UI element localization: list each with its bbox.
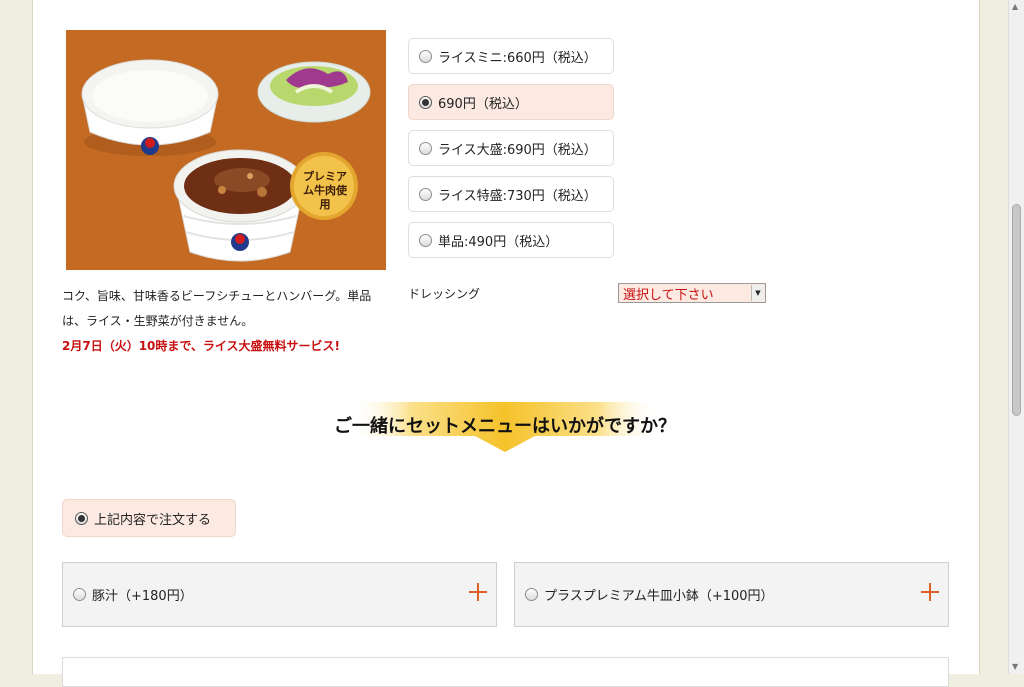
option-label: 単品:490円（税込）: [438, 234, 559, 250]
option-label: ライス大盛:690円（税込）: [438, 142, 597, 158]
order-as-is-label: 上記内容で注文する: [94, 512, 212, 528]
option-regular[interactable]: 690円（税込）: [408, 84, 614, 120]
vertical-scrollbar[interactable]: ▲ ▼: [1008, 0, 1024, 674]
radio-icon[interactable]: [419, 49, 432, 63]
scroll-down-icon[interactable]: ▼: [1012, 662, 1018, 672]
premium-badge-text: プレミアム牛肉使用: [303, 170, 347, 211]
radio-icon[interactable]: [419, 141, 432, 155]
scrollbar-thumb[interactable]: [1012, 204, 1021, 416]
radio-icon[interactable]: [73, 588, 86, 601]
product-description: コク、旨味、甘味香るビーフシチューとハンバーグ。単品は、ライス・生野菜が付きませ…: [62, 289, 372, 328]
dressing-select-value: 選択して下さい: [623, 287, 714, 303]
option-label: ライス特盛:730円（税込）: [438, 188, 597, 204]
radio-icon[interactable]: [525, 588, 538, 601]
option-label: ライスミニ:660円（税込）: [438, 50, 597, 66]
plus-icon[interactable]: [920, 582, 940, 602]
option-rice-large[interactable]: ライス大盛:690円（税込）: [408, 130, 614, 166]
set-item-label: プラスプレミアム牛皿小鉢（+100円）: [544, 589, 774, 604]
option-label: 690円（税込）: [438, 96, 528, 112]
plus-icon[interactable]: [468, 582, 488, 602]
dressing-label: ドレッシング: [408, 287, 481, 301]
option-single[interactable]: 単品:490円（税込）: [408, 222, 614, 258]
dropdown-arrow-icon[interactable]: ▼: [751, 285, 764, 301]
set-menu-heading: ご一緒にセットメニューはいかがですか？: [334, 416, 676, 437]
scroll-up-icon[interactable]: ▲: [1012, 2, 1018, 12]
dressing-select[interactable]: 選択して下さい ▼: [618, 283, 766, 303]
set-item-gyusara[interactable]: プラスプレミアム牛皿小鉢（+100円）: [514, 562, 949, 627]
next-section-box: [62, 657, 949, 687]
radio-selected-icon[interactable]: [75, 511, 88, 525]
set-menu-banner: ご一緒にセットメニューはいかがですか？: [320, 400, 690, 454]
radio-selected-icon[interactable]: [419, 95, 432, 109]
radio-icon[interactable]: [419, 233, 432, 247]
promo-text: 2月7日（火）10時まで、ライス大盛無料サービス!: [62, 339, 341, 353]
product-image: プレミアム牛肉使用: [66, 30, 386, 270]
order-as-is-option[interactable]: 上記内容で注文する: [62, 499, 236, 537]
option-rice-mini[interactable]: ライスミニ:660円（税込）: [408, 38, 614, 74]
set-item-label: 豚汁（+180円）: [92, 589, 193, 604]
set-item-tonjiru[interactable]: 豚汁（+180円）: [62, 562, 497, 627]
radio-icon[interactable]: [419, 187, 432, 201]
option-rice-extra-large[interactable]: ライス特盛:730円（税込）: [408, 176, 614, 212]
